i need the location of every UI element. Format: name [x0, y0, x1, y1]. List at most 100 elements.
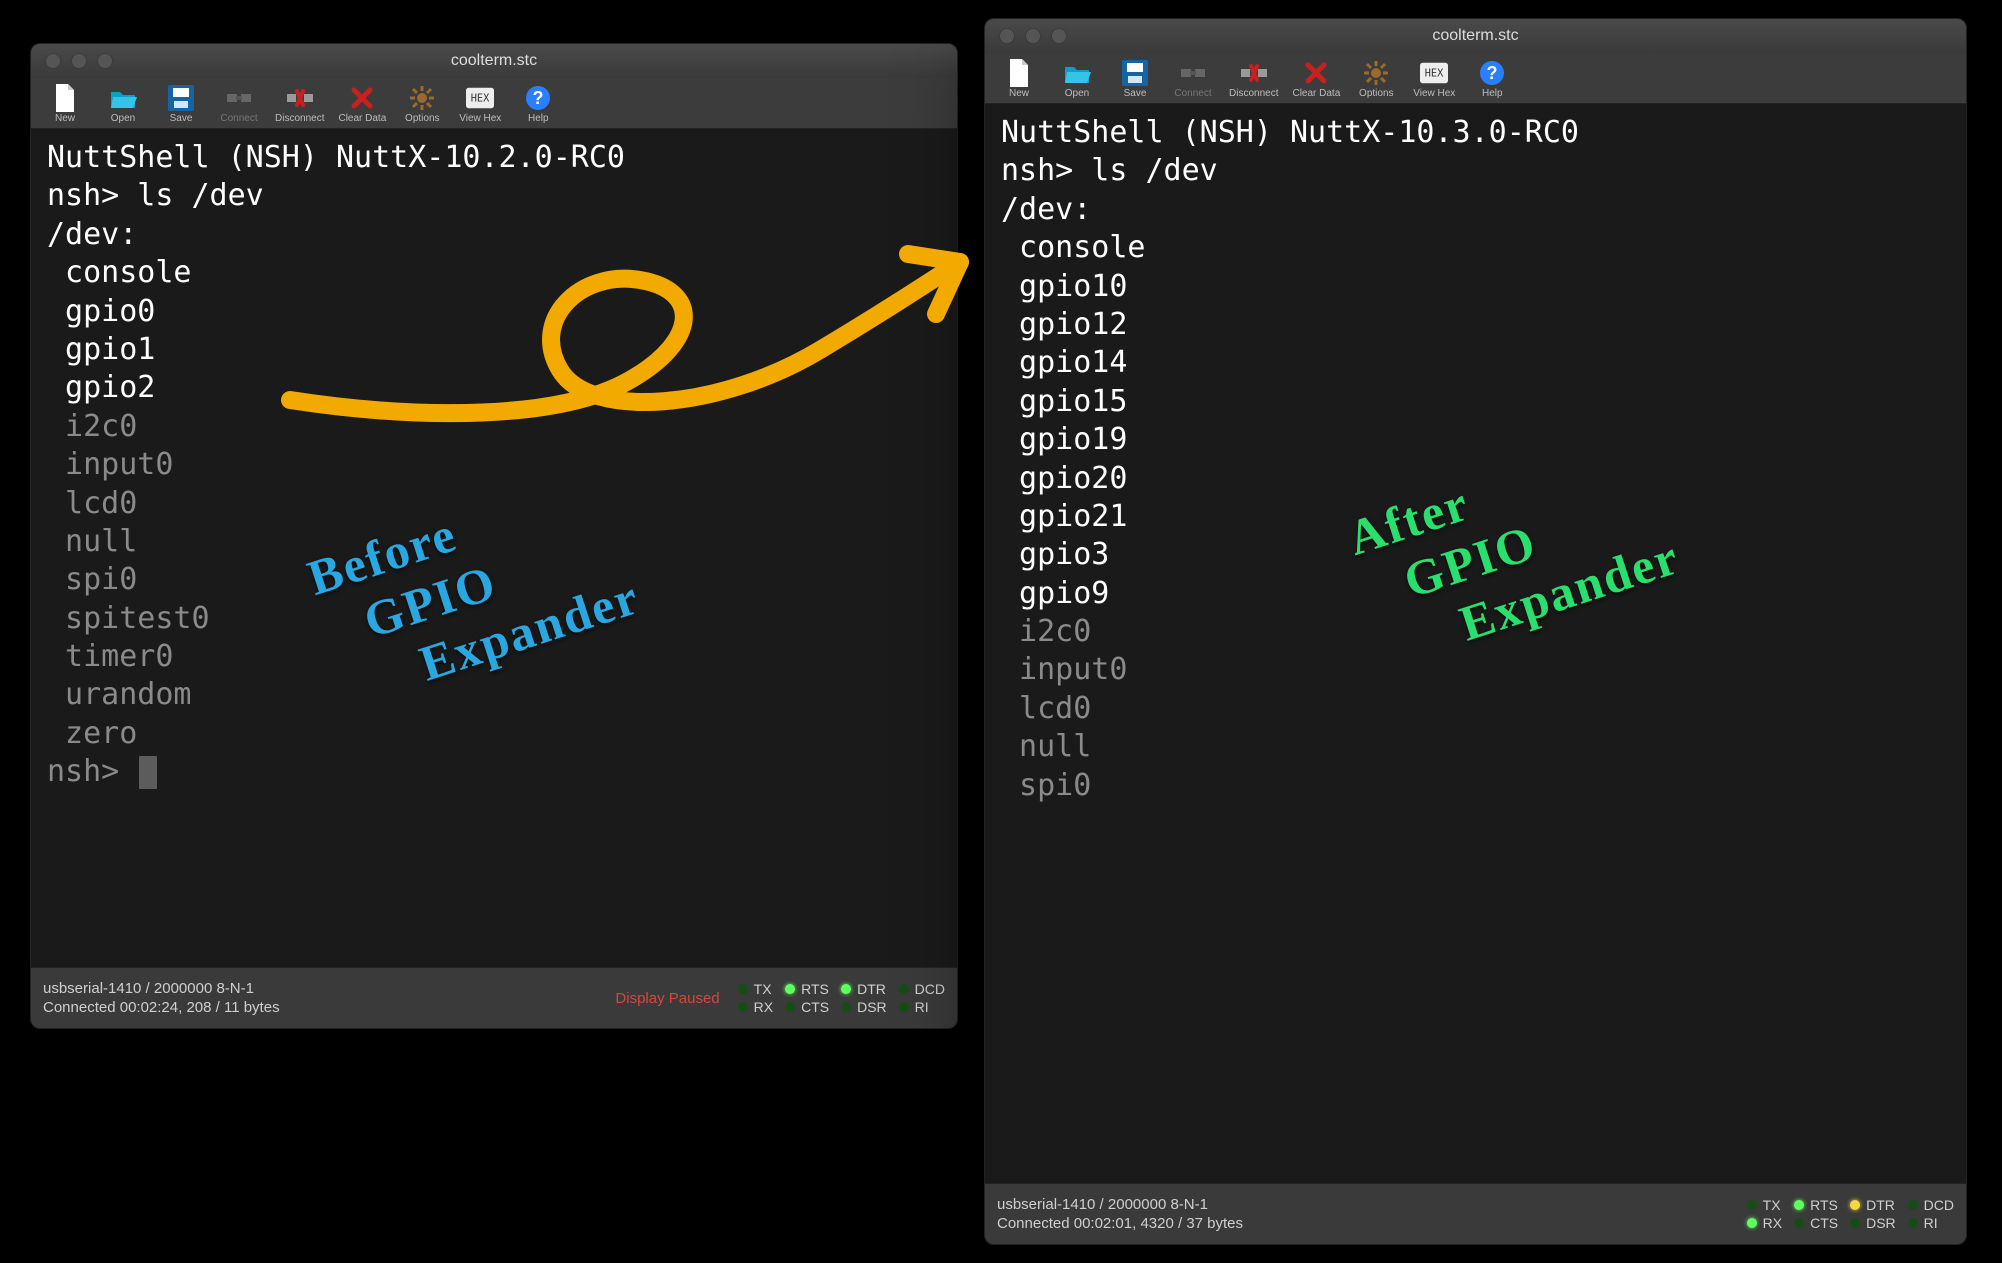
new-button[interactable]: New — [39, 82, 91, 126]
zoom-icon[interactable] — [97, 53, 113, 69]
options-icon — [1362, 59, 1390, 87]
led-dcd: DCD — [1908, 1197, 1954, 1213]
led-rx: RX — [1747, 1215, 1782, 1231]
toolbar-label: New — [1009, 88, 1029, 99]
status-connection: Connected 00:02:24, 208 / 11 bytes — [43, 998, 280, 1018]
options-button[interactable]: Options — [396, 82, 448, 126]
open-icon — [109, 84, 137, 112]
clear-button[interactable]: Clear Data — [334, 82, 390, 126]
display-paused-label: Display Paused — [615, 990, 719, 1007]
svg-text:HEX: HEX — [471, 93, 490, 105]
disconnect-icon — [1240, 59, 1268, 87]
connect-icon — [225, 84, 253, 112]
toolbar-label: New — [55, 113, 75, 124]
status-port: usbserial-1410 / 2000000 8-N-1 — [43, 979, 280, 999]
led-ri: RI — [899, 999, 945, 1015]
new-icon — [1005, 59, 1033, 87]
minimize-icon[interactable] — [1025, 28, 1041, 44]
zoom-icon[interactable] — [1051, 28, 1067, 44]
new-icon — [51, 84, 79, 112]
save-icon — [1121, 59, 1149, 87]
status-bar: usbserial-1410 / 2000000 8-N-1 Connected… — [31, 967, 957, 1028]
disconnect-button[interactable]: Disconnect — [1225, 57, 1282, 101]
status-left: usbserial-1410 / 2000000 8-N-1 Connected… — [43, 979, 280, 1018]
minimize-icon[interactable] — [71, 53, 87, 69]
window-title: coolterm.stc — [31, 52, 957, 70]
help-button[interactable]: ?Help — [1466, 57, 1518, 101]
toolbar: New Open Save Connect Disconnect Clear Data Op… — [31, 78, 957, 129]
save-button[interactable]: Save — [1109, 57, 1161, 101]
window-title: coolterm.stc — [985, 27, 1966, 45]
save-icon — [167, 84, 195, 112]
led-dsr: DSR — [1850, 1215, 1896, 1231]
open-button[interactable]: Open — [1051, 57, 1103, 101]
toolbar-label: View Hex — [1413, 88, 1455, 99]
clear-icon — [1302, 59, 1330, 87]
terminal-output[interactable]: NuttShell (NSH) NuttX-10.2.0-RC0 nsh> ls… — [31, 129, 957, 967]
terminal-output[interactable]: NuttShell (NSH) NuttX-10.3.0-RC0 nsh> ls… — [985, 104, 1966, 1183]
open-button[interactable]: Open — [97, 82, 149, 126]
toolbar: New Open Save Connect Disconnect Clear Data Op… — [985, 53, 1966, 104]
toolbar-label: Options — [1359, 88, 1393, 99]
svg-text:?: ? — [533, 88, 544, 108]
led-tx: TX — [1747, 1197, 1782, 1213]
led-rts: RTS — [785, 981, 829, 997]
coolterm-window-after: coolterm.stc New Open Save Connect Disconnec… — [984, 18, 1967, 1245]
led-ri: RI — [1908, 1215, 1954, 1231]
toolbar-label: Disconnect — [1229, 88, 1278, 99]
led-cts: CTS — [785, 999, 829, 1015]
toolbar-label: Options — [405, 113, 439, 124]
save-button[interactable]: Save — [155, 82, 207, 126]
close-icon[interactable] — [45, 53, 61, 69]
viewhex-button[interactable]: HEX View Hex — [454, 82, 506, 126]
help-icon: ? — [1478, 59, 1506, 87]
help-button[interactable]: ? Help — [512, 82, 564, 126]
coolterm-window-before: coolterm.stc New Open Save Connect Disconnec… — [30, 43, 958, 1029]
options-icon — [408, 84, 436, 112]
status-left: usbserial-1410 / 2000000 8-N-1 Connected… — [997, 1195, 1243, 1234]
status-right: TXRTSDTRDCDRXCTSDSRRI — [1729, 1197, 1954, 1231]
close-icon[interactable] — [999, 28, 1015, 44]
toolbar-label: Help — [528, 113, 549, 124]
help-icon: ? — [524, 84, 552, 112]
clear-icon — [348, 84, 376, 112]
titlebar[interactable]: coolterm.stc — [985, 19, 1966, 53]
toolbar-label: Open — [111, 113, 135, 124]
traffic-lights[interactable] — [985, 28, 1067, 44]
toolbar-label: Save — [1124, 88, 1147, 99]
connect-button: Connect — [213, 82, 265, 126]
led-dcd: DCD — [899, 981, 945, 997]
toolbar-label: Connect — [1174, 88, 1211, 99]
led-dsr: DSR — [841, 999, 887, 1015]
clear-button[interactable]: Clear Data — [1288, 57, 1344, 101]
open-icon — [1063, 59, 1091, 87]
led-dtr: DTR — [841, 981, 887, 997]
toolbar-label: Connect — [220, 113, 257, 124]
toolbar-label: Save — [170, 113, 193, 124]
titlebar[interactable]: coolterm.stc — [31, 44, 957, 78]
status-port: usbserial-1410 / 2000000 8-N-1 — [997, 1195, 1243, 1215]
new-button[interactable]: New — [993, 57, 1045, 101]
led-dtr: DTR — [1850, 1197, 1896, 1213]
disconnect-button[interactable]: Disconnect — [271, 82, 328, 126]
options-button[interactable]: Options — [1350, 57, 1402, 101]
led-rts: RTS — [1794, 1197, 1838, 1213]
viewhex-button[interactable]: HEX View Hex — [1408, 57, 1460, 101]
toolbar-label: View Hex — [459, 113, 501, 124]
toolbar-label: Clear Data — [1292, 88, 1340, 99]
toolbar-label: Clear Data — [338, 113, 386, 124]
serial-leds: TX RTS DTR DCD RX CTS DSR RI — [738, 981, 945, 1015]
status-right: Display Paused TX RTS DTR DCD RX CTS DSR RI — [615, 981, 945, 1015]
traffic-lights[interactable] — [31, 53, 113, 69]
toolbar-label: Disconnect — [275, 113, 324, 124]
connect-icon — [1179, 59, 1207, 87]
viewhex-icon: HEX — [466, 84, 494, 112]
led-tx: TX — [738, 981, 773, 997]
status-bar: usbserial-1410 / 2000000 8-N-1 Connected… — [985, 1183, 1966, 1244]
svg-text:?: ? — [1487, 63, 1498, 83]
svg-text:HEX: HEX — [1425, 68, 1444, 80]
led-rx: RX — [738, 999, 773, 1015]
status-connection: Connected 00:02:01, 4320 / 37 bytes — [997, 1214, 1243, 1234]
viewhex-icon: HEX — [1420, 59, 1448, 87]
connect-button: Connect — [1167, 57, 1219, 101]
